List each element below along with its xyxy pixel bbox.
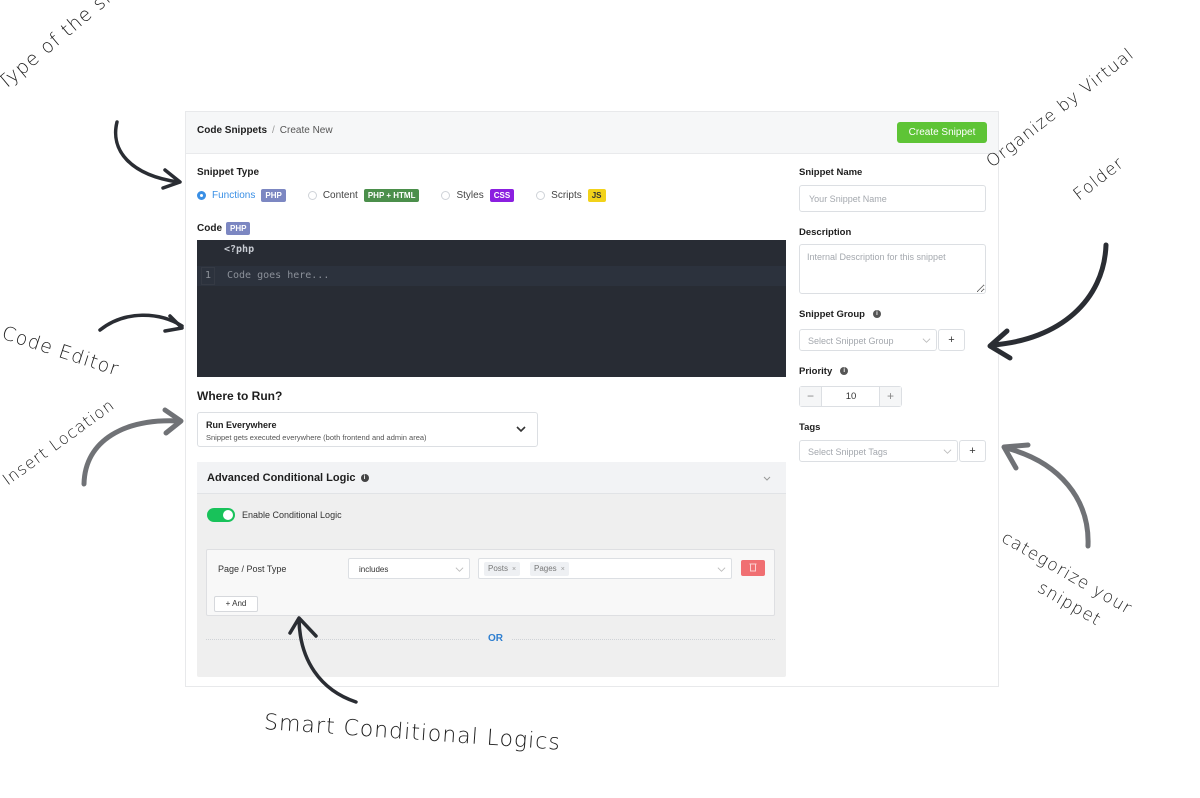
type-option-label: Styles bbox=[456, 190, 484, 201]
advanced-title-text: Advanced Conditional Logic bbox=[207, 472, 356, 484]
run-location-title: Run Everywhere bbox=[206, 420, 277, 430]
php-open-tag: <?php bbox=[224, 244, 255, 255]
enable-conditional-logic-toggle[interactable] bbox=[207, 508, 235, 522]
condition-operator-select[interactable]: includes bbox=[348, 558, 470, 579]
php-badge: PHP bbox=[261, 189, 286, 202]
code-label: Code bbox=[197, 223, 222, 234]
arrow-editor-icon bbox=[98, 313, 184, 332]
tag-remove-icon[interactable]: × bbox=[512, 566, 516, 573]
chevron-down-icon[interactable] bbox=[762, 473, 772, 483]
type-option-label: Content bbox=[322, 190, 358, 201]
snippet-type-radio-group: Functions PHP Content PHP + HTML Styles … bbox=[197, 189, 628, 202]
type-option-functions[interactable]: Functions PHP bbox=[197, 189, 286, 202]
advanced-panel-title: Advanced Conditional Logic i bbox=[207, 472, 369, 484]
snippet-tags-select[interactable]: Select Snippet Tags bbox=[799, 440, 958, 462]
annotation-type-of-snippet: Type of the snippet bbox=[0, 0, 162, 94]
chevron-down-icon bbox=[922, 338, 931, 343]
tag-remove-icon[interactable]: × bbox=[561, 566, 565, 573]
code-editor[interactable]: <?php 1 Code goes here... bbox=[197, 240, 786, 377]
chevron-down-icon bbox=[516, 426, 526, 433]
condition-field: Page / Post Type bbox=[218, 564, 287, 574]
annotation-organize-line2: Folder bbox=[1069, 153, 1129, 205]
add-tag-button[interactable]: + bbox=[959, 440, 986, 462]
advanced-conditional-logic-panel: Advanced Conditional Logic i Enable Condi… bbox=[197, 462, 786, 677]
snippet-type-label: Snippet Type bbox=[197, 167, 260, 178]
code-label-row: Code PHP bbox=[197, 222, 251, 235]
tag-label: Posts bbox=[488, 564, 509, 573]
info-icon[interactable]: i bbox=[840, 367, 849, 376]
condition-group: Page / Post Type includes Posts × Pages × … bbox=[206, 549, 775, 616]
type-option-label: Functions bbox=[212, 190, 256, 201]
code-php-badge: PHP bbox=[226, 222, 251, 235]
css-badge: CSS bbox=[489, 189, 515, 202]
arrow-folder-icon bbox=[989, 242, 1109, 348]
radio-icon[interactable] bbox=[536, 191, 546, 200]
description-textarea[interactable] bbox=[799, 244, 986, 294]
chevron-down-icon bbox=[455, 567, 464, 572]
tag-pages: Pages × bbox=[530, 562, 569, 576]
tag-posts: Posts × bbox=[484, 562, 521, 576]
operator-value: includes bbox=[359, 565, 389, 574]
add-and-condition-button[interactable]: + And bbox=[214, 596, 258, 612]
radio-icon[interactable] bbox=[441, 191, 451, 200]
type-option-label: Scripts bbox=[551, 190, 582, 201]
run-location-description: Snippet gets executed everywhere (both f… bbox=[206, 433, 427, 442]
breadcrumb-current: Create New bbox=[279, 125, 333, 136]
tags-label: Tags bbox=[799, 422, 821, 433]
tag-label: Pages bbox=[534, 564, 557, 573]
php-html-badge: PHP + HTML bbox=[363, 189, 420, 202]
arrow-location-icon bbox=[81, 418, 183, 487]
info-icon[interactable]: i bbox=[872, 310, 881, 319]
breadcrumb-code-snippets[interactable]: Code Snippets bbox=[197, 125, 267, 136]
priority-value[interactable]: 10 bbox=[822, 391, 880, 402]
annotation-insert-location: Insert Location bbox=[0, 395, 119, 489]
priority-decrement-button[interactable]: − bbox=[800, 387, 822, 406]
type-option-scripts[interactable]: Scripts JS bbox=[536, 189, 606, 202]
add-or-group-button[interactable]: OR bbox=[480, 633, 511, 644]
radio-icon[interactable] bbox=[307, 191, 317, 200]
chevron-down-icon bbox=[717, 567, 726, 572]
line-number: 1 bbox=[201, 267, 215, 285]
description-label: Description bbox=[799, 227, 852, 238]
arrow-categorize-head-icon bbox=[1001, 442, 1031, 471]
snippet-group-label: Snippet Group i bbox=[799, 309, 881, 320]
annotation-smart-conditional: Smart Conditional Logics bbox=[263, 710, 562, 756]
header-bar: Code Snippets / Create New Create Snippet bbox=[186, 112, 998, 154]
snippet-name-input[interactable] bbox=[799, 185, 986, 212]
snippet-name-label: Snippet Name bbox=[799, 167, 863, 178]
snippet-group-placeholder: Select Snippet Group bbox=[808, 336, 894, 346]
arrow-type-icon bbox=[114, 120, 180, 184]
code-placeholder[interactable]: Code goes here... bbox=[227, 270, 329, 281]
condition-values-select[interactable]: Posts × Pages × bbox=[478, 558, 732, 579]
arrow-type-head-icon bbox=[161, 168, 182, 190]
toggle-label: Enable Conditional Logic bbox=[242, 510, 342, 520]
priority-label: Priority i bbox=[799, 366, 849, 377]
breadcrumb: Code Snippets / Create New bbox=[197, 125, 333, 136]
annotation-code-editor: Code Editor bbox=[0, 322, 122, 381]
advanced-panel-header[interactable]: Advanced Conditional Logic i bbox=[197, 462, 786, 494]
js-badge: JS bbox=[587, 189, 606, 202]
chevron-down-icon bbox=[943, 449, 952, 454]
add-snippet-group-button[interactable]: + bbox=[938, 329, 965, 351]
delete-condition-button[interactable] bbox=[741, 560, 765, 576]
type-option-content[interactable]: Content PHP + HTML bbox=[307, 189, 420, 202]
arrow-editor-head-icon bbox=[163, 314, 184, 333]
type-option-styles[interactable]: Styles CSS bbox=[441, 189, 515, 202]
arrow-location-head-icon bbox=[162, 407, 184, 436]
info-icon[interactable]: i bbox=[360, 474, 369, 483]
priority-increment-button[interactable]: + bbox=[879, 387, 901, 406]
breadcrumb-separator: / bbox=[272, 125, 275, 136]
priority-stepper: − 10 + bbox=[799, 386, 902, 407]
trash-icon bbox=[749, 563, 757, 572]
where-to-run-label: Where to Run? bbox=[197, 389, 283, 403]
priority-label-text: Priority bbox=[799, 366, 833, 377]
radio-selected-icon[interactable] bbox=[197, 191, 206, 200]
create-snippet-panel: Code Snippets / Create New Create Snippet … bbox=[185, 111, 999, 687]
arrow-categorize-icon bbox=[1003, 445, 1091, 549]
run-location-select[interactable]: Run Everywhere Snippet gets executed eve… bbox=[197, 412, 538, 447]
snippet-group-label-text: Snippet Group bbox=[799, 309, 865, 320]
snippet-tags-placeholder: Select Snippet Tags bbox=[808, 447, 888, 457]
snippet-group-select[interactable]: Select Snippet Group bbox=[799, 329, 937, 351]
create-snippet-button[interactable]: Create Snippet bbox=[897, 122, 987, 143]
